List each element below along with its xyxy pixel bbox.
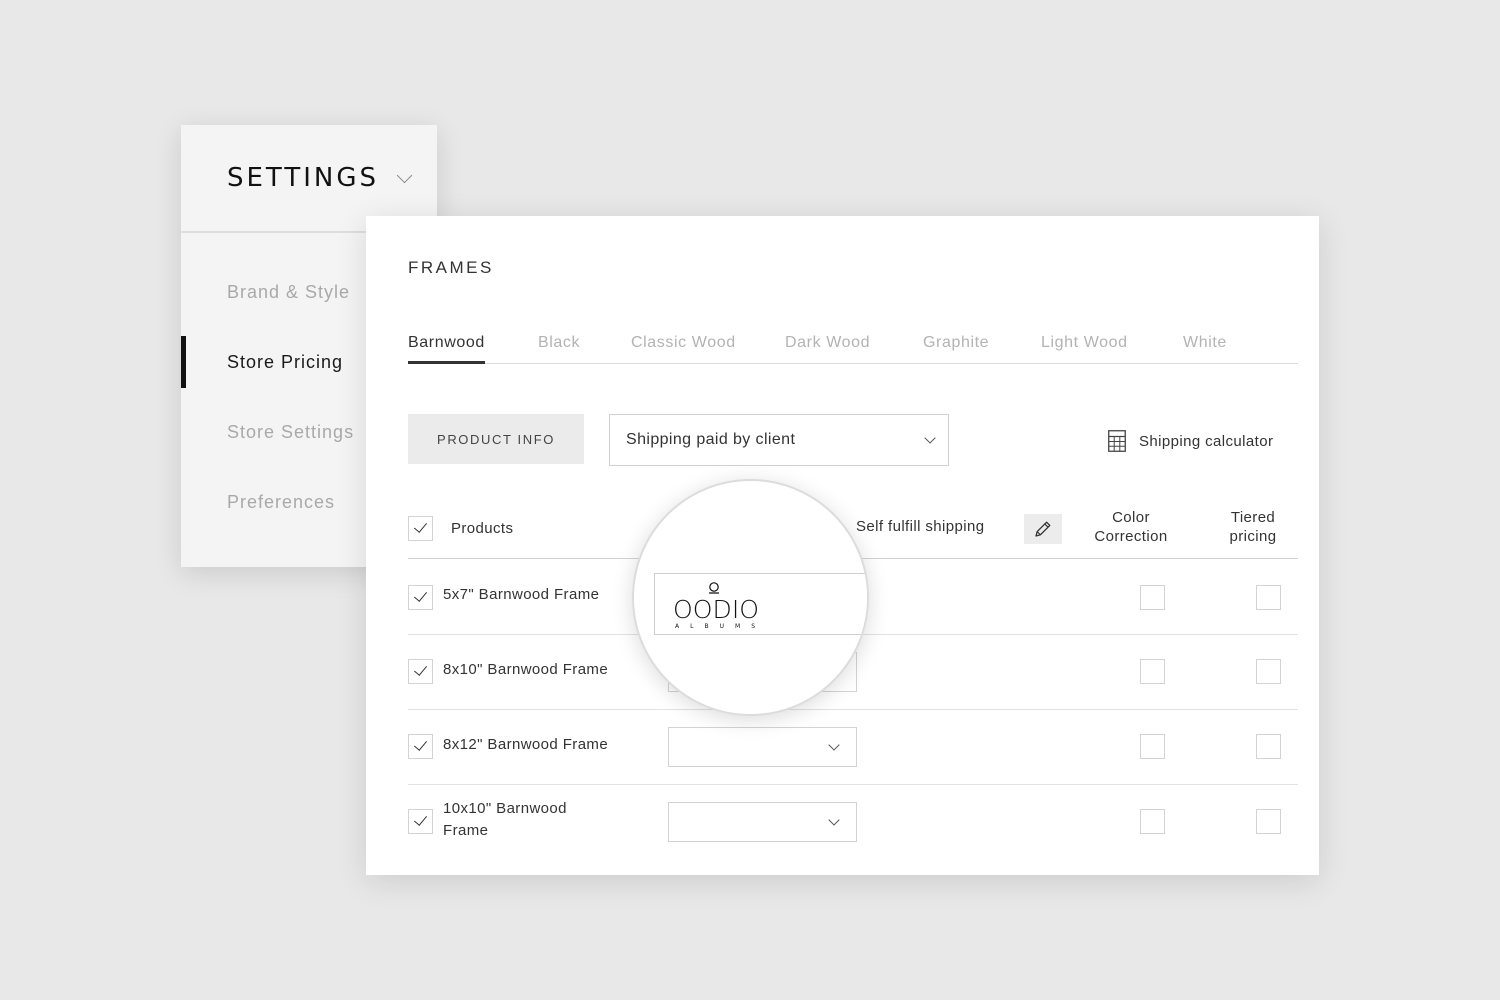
row-checkbox[interactable] <box>408 809 433 834</box>
pencil-icon <box>1035 521 1051 537</box>
tab-dark-wood[interactable]: Dark Wood <box>785 334 870 364</box>
nav-item-preferences[interactable]: Preferences <box>227 492 335 513</box>
chevron-down-icon <box>828 814 840 826</box>
row-checkbox[interactable] <box>408 734 433 759</box>
settings-title: SETTINGS <box>227 163 380 193</box>
column-color-correction: Color Correction <box>1094 509 1168 545</box>
nav-item-store-settings[interactable]: Store Settings <box>227 422 354 443</box>
product-name: 5x7" Barnwood Frame <box>443 586 600 603</box>
tiered-pricing-checkbox[interactable] <box>1256 585 1281 610</box>
color-correction-checkbox[interactable] <box>1140 585 1165 610</box>
product-info-button[interactable]: PRODUCT INFO <box>408 414 584 464</box>
column-tiered-pricing: Tiered pricing <box>1229 509 1277 545</box>
color-correction-checkbox[interactable] <box>1140 734 1165 759</box>
logo-text: OODIO <box>673 595 759 624</box>
magnifier-lens: OODIO ALBUMS <box>632 479 869 716</box>
shipping-select-value: Shipping paid by client <box>626 431 796 448</box>
frame-tabs: Barnwood Black Classic Wood Dark Wood Gr… <box>408 334 1298 364</box>
tab-barnwood[interactable]: Barnwood <box>408 334 485 364</box>
tiered-pricing-checkbox[interactable] <box>1256 809 1281 834</box>
active-nav-indicator <box>181 336 186 388</box>
fulfillment-select[interactable] <box>668 727 857 767</box>
oodio-albums-logo: OODIO ALBUMS <box>673 582 759 630</box>
tab-graphite[interactable]: Graphite <box>923 334 989 364</box>
chevron-down-icon <box>828 739 840 751</box>
section-title: FRAMES <box>408 258 494 277</box>
color-correction-checkbox[interactable] <box>1140 659 1165 684</box>
column-self-fulfill: Self fulfill shipping <box>856 518 985 535</box>
magnified-select-field: OODIO ALBUMS <box>654 573 867 635</box>
chevron-down-icon[interactable] <box>396 167 413 183</box>
calculator-icon <box>1108 430 1126 452</box>
shipping-calculator-link[interactable]: Shipping calculator <box>1108 430 1273 452</box>
select-all-checkbox[interactable] <box>408 516 433 541</box>
logo-subtext: ALBUMS <box>675 623 755 630</box>
row-checkbox[interactable] <box>408 659 433 684</box>
shipping-calculator-label: Shipping calculator <box>1139 432 1274 450</box>
nav-item-brand-style[interactable]: Brand & Style <box>227 282 350 303</box>
product-name: 8x10" Barnwood Frame <box>443 661 609 678</box>
table-row: 10x10" Barnwood Frame <box>408 785 1298 860</box>
tab-black[interactable]: Black <box>538 334 580 364</box>
color-correction-checkbox[interactable] <box>1140 809 1165 834</box>
column-products: Products <box>451 520 514 537</box>
shipping-select[interactable]: Shipping paid by client <box>609 414 949 466</box>
product-name: 8x12" Barnwood Frame <box>443 736 609 753</box>
row-checkbox[interactable] <box>408 585 433 610</box>
tiered-pricing-checkbox[interactable] <box>1256 734 1281 759</box>
fulfillment-select[interactable] <box>668 802 857 842</box>
edit-button[interactable] <box>1024 514 1062 544</box>
nav-item-store-pricing[interactable]: Store Pricing <box>227 352 343 373</box>
tab-white[interactable]: White <box>1183 334 1227 364</box>
tab-light-wood[interactable]: Light Wood <box>1041 334 1128 364</box>
chevron-down-icon <box>924 432 936 444</box>
tab-classic-wood[interactable]: Classic Wood <box>631 334 736 364</box>
table-row: 8x12" Barnwood Frame <box>408 710 1298 785</box>
product-name: 10x10" Barnwood Frame <box>443 800 567 839</box>
tiered-pricing-checkbox[interactable] <box>1256 659 1281 684</box>
